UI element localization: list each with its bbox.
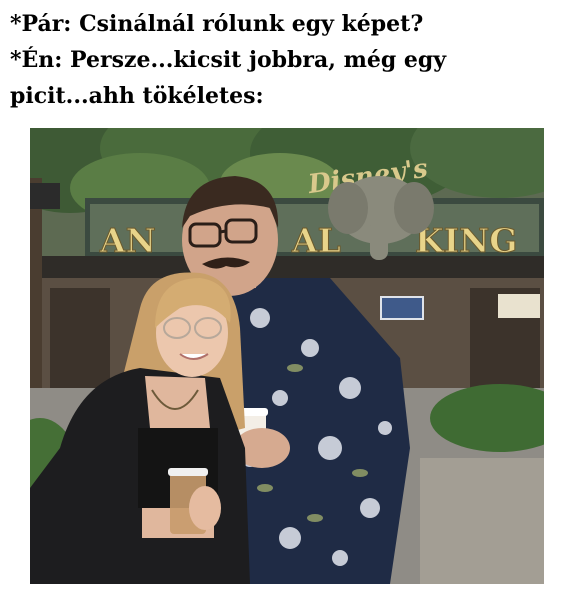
sign-word-right: KING xyxy=(415,221,517,260)
sign-word-left: AN xyxy=(99,221,156,260)
sign-word-mid: AL xyxy=(291,221,341,260)
photo-illustration: Disney's AN AL KING xyxy=(30,128,544,584)
caption-line-3: picit...ahh tökéletes: xyxy=(10,83,264,109)
couple-photo: Disney's AN AL KING xyxy=(30,128,544,584)
meme-caption: *Pár: Csinálnál rólunk egy képet? *Én: P… xyxy=(10,6,566,114)
caption-line-2: *Én: Persze...kicsit jobbra, még egy xyxy=(10,47,447,73)
caption-line-1: *Pár: Csinálnál rólunk egy képet? xyxy=(10,11,424,37)
